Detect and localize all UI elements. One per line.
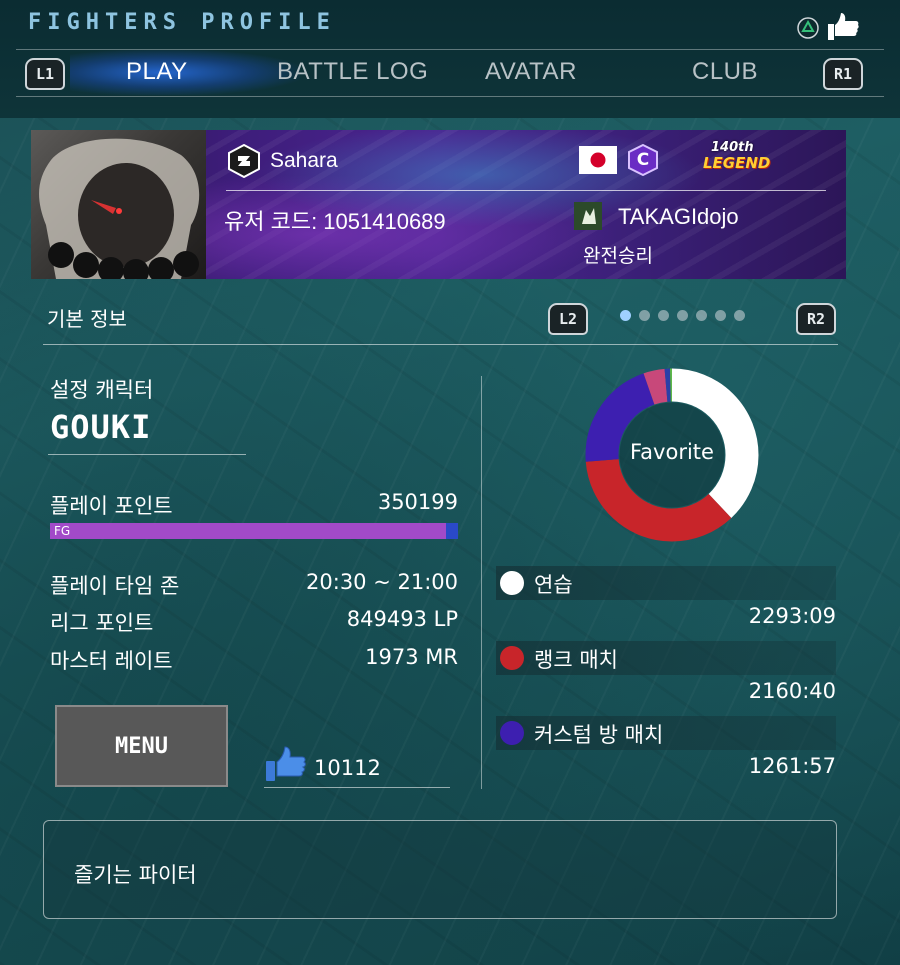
likes-counter: 10112 — [264, 745, 450, 789]
tabs-bottom-line — [16, 96, 884, 97]
legend-label: 연습 — [534, 573, 573, 597]
page-dot — [620, 310, 631, 321]
avatar — [31, 130, 206, 279]
legend-dot-purple — [500, 721, 524, 745]
legend-time-practice: 2293:09 — [748, 604, 836, 628]
play-time-zone-value: 20:30 ~ 21:00 — [306, 570, 458, 594]
r2-button[interactable]: R2 — [796, 303, 836, 335]
legend-rank-number: 140th — [711, 140, 754, 155]
page-indicator — [620, 310, 745, 321]
l1-button[interactable]: L1 — [25, 58, 65, 90]
l2-button[interactable]: L2 — [548, 303, 588, 335]
platform-name: Sahara — [270, 149, 338, 172]
play-points-bar-fill — [50, 523, 446, 539]
character-underline — [48, 454, 246, 455]
likes-underline — [264, 787, 450, 788]
thumbs-up-triangle-icon[interactable] — [796, 8, 862, 42]
tab-play[interactable]: PLAY — [126, 58, 188, 86]
master-rate-label: 마스터 레이트 — [50, 649, 173, 673]
rank-badge-letter: C — [636, 150, 650, 170]
legend-item-custom-room: 커스텀 방 매치 — [496, 716, 836, 750]
page-dot — [658, 310, 669, 321]
character-label: 설정 캐릭터 — [50, 378, 154, 402]
legend-label: LEGEND — [703, 154, 771, 172]
legend-time-rank-match: 2160:40 — [748, 679, 836, 703]
legend-label: 랭크 매치 — [534, 648, 618, 672]
section-divider — [43, 344, 838, 345]
tab-battle-log[interactable]: BATTLE LOG — [277, 58, 428, 86]
club-emblem-icon — [574, 202, 602, 230]
legend-dot-white — [500, 571, 524, 595]
page-dot — [734, 310, 745, 321]
page-dot — [715, 310, 726, 321]
character-name: GOUKI — [50, 408, 152, 446]
club-name: TAKAGIdojo — [618, 204, 739, 229]
play-points-bar-end — [446, 523, 458, 539]
profile-banner: Sahara 유저 코드: 1051410689 C 140th LEGEND … — [31, 130, 846, 279]
favorite-fighters-panel[interactable]: 즐기는 파이터 — [43, 820, 837, 919]
platform-icon — [228, 144, 260, 178]
play-time-zone-label: 플레이 타임 존 — [50, 574, 180, 598]
legend-item-rank-match: 랭크 매치 — [496, 641, 836, 675]
master-rate-value: 1973 MR — [365, 645, 458, 669]
league-points-value: 849493 LP — [346, 607, 458, 631]
legend-item-practice: 연습 — [496, 566, 836, 600]
tab-club[interactable]: CLUB — [692, 58, 758, 86]
legend-title-badge: 140th LEGEND — [703, 140, 771, 180]
legend-time-custom-room: 1261:57 — [748, 754, 836, 778]
menu-button[interactable]: MENU — [55, 705, 228, 787]
banner-divider — [226, 190, 826, 191]
league-points-label: 리그 포인트 — [50, 611, 154, 635]
column-divider — [481, 376, 482, 789]
favorite-fighters-label: 즐기는 파이터 — [74, 863, 197, 887]
player-title: 완전승리 — [583, 246, 653, 267]
play-points-label: 플레이 포인트 — [50, 494, 173, 518]
page-dot — [639, 310, 650, 321]
legend-dot-red — [500, 646, 524, 670]
section-title: 기본 정보 — [47, 307, 127, 331]
play-points-bar: FG — [50, 523, 458, 539]
play-points-rank: FG — [54, 524, 71, 538]
likes-count: 10112 — [314, 756, 381, 780]
rank-badge: C — [627, 144, 659, 176]
tab-avatar[interactable]: AVATAR — [485, 58, 577, 86]
page-title: FIGHTERS PROFILE — [28, 10, 336, 35]
page-dot — [696, 310, 707, 321]
chart-center-label: Favorite — [630, 440, 714, 464]
page-dot — [677, 310, 688, 321]
legend-label: 커스텀 방 매치 — [534, 723, 664, 747]
user-code: 유저 코드: 1051410689 — [224, 209, 446, 234]
japan-flag-icon — [579, 146, 617, 174]
play-points-value: 350199 — [377, 490, 458, 514]
r1-button[interactable]: R1 — [823, 58, 863, 90]
thumbs-up-icon — [266, 746, 306, 781]
